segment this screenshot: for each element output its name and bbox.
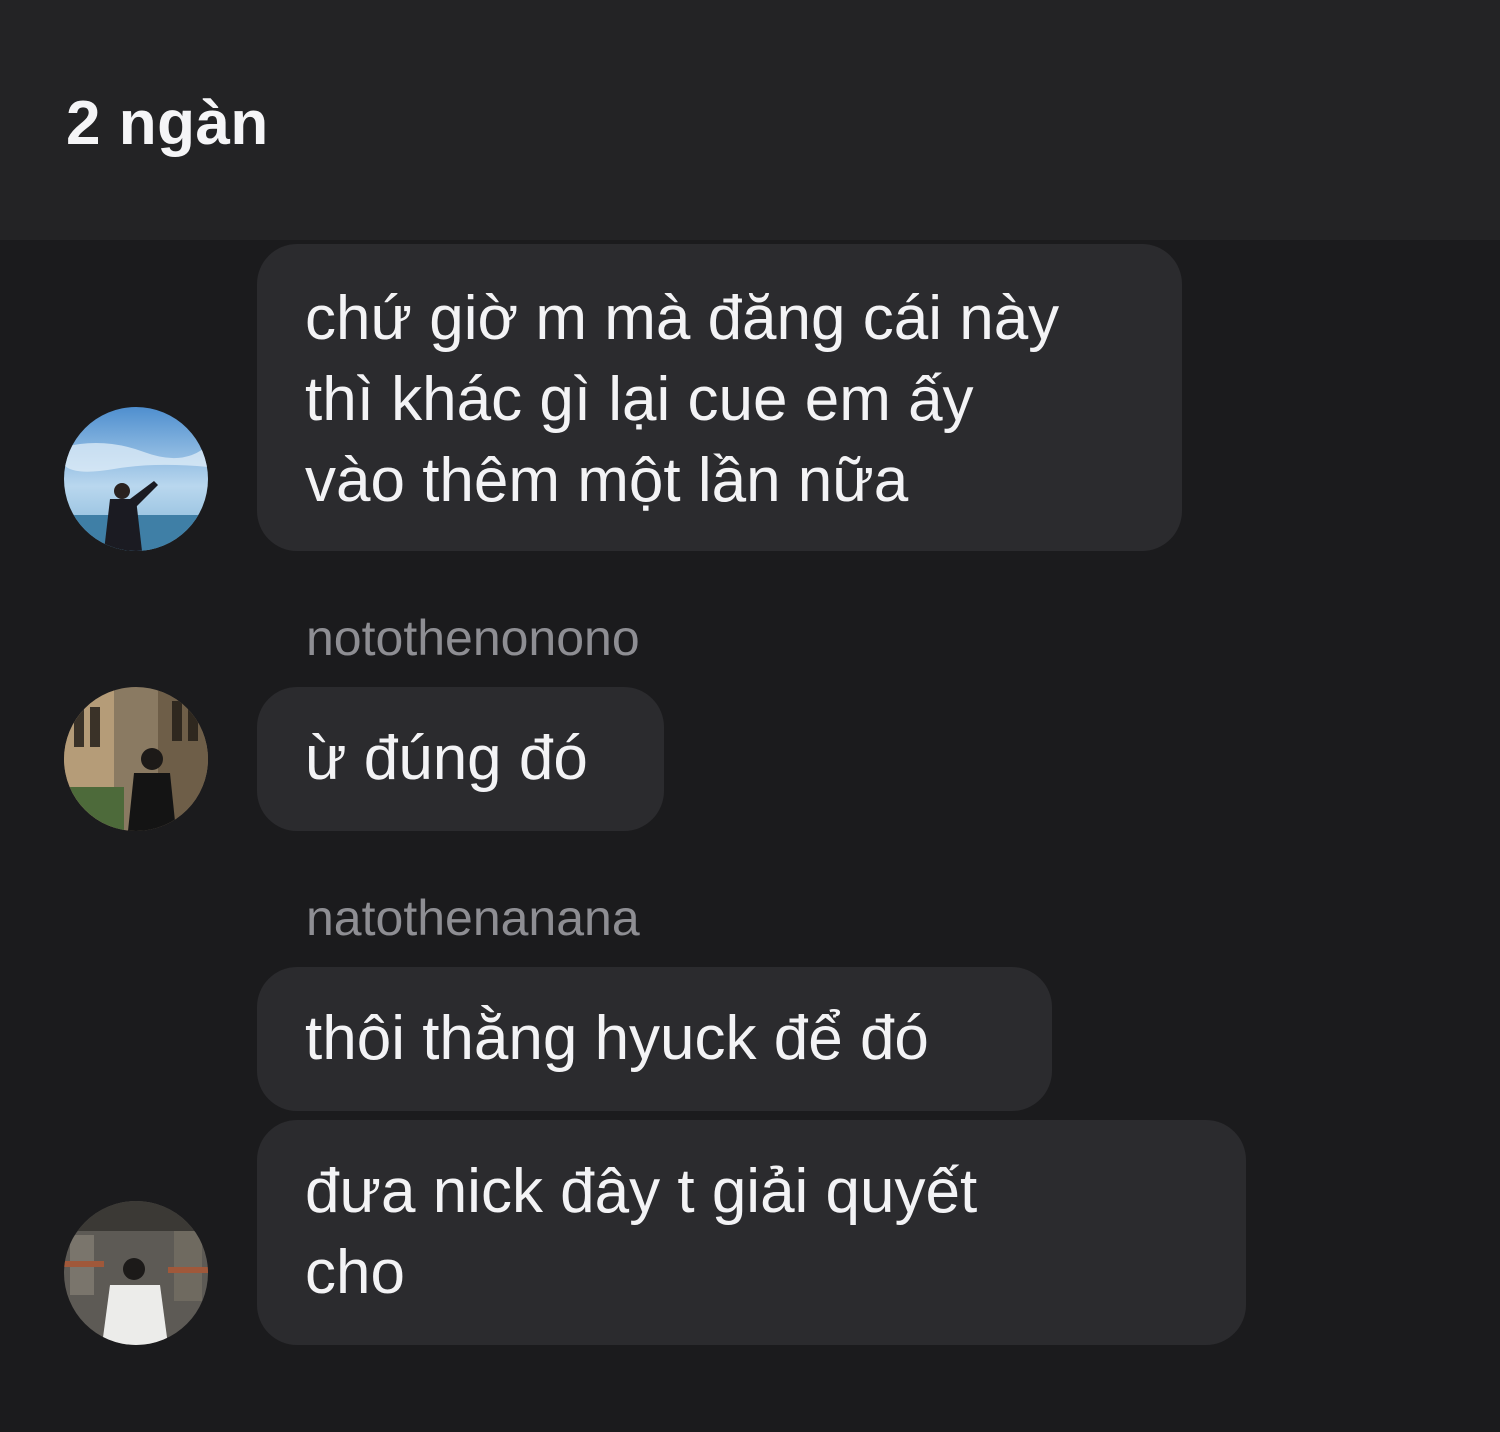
avatar-market-photo-icon [64,1201,208,1345]
avatar[interactable] [64,1201,208,1345]
avatar-sky-photo-icon [64,407,208,551]
sender-name[interactable]: notothenonono [306,608,640,668]
message-bubble[interactable]: thôi thằng hyuck để đó [257,967,1052,1111]
chat-header: 2 ngàn [0,0,1500,240]
avatar-street-photo-icon [64,687,208,831]
avatar[interactable] [64,407,208,551]
message-bubble[interactable]: ừ đúng đó [257,687,664,831]
avatar[interactable] [64,687,208,831]
message-bubble[interactable]: đưa nick đây t giải quyết cho [257,1120,1246,1345]
header-title: 2 ngàn [66,89,269,158]
sender-name[interactable]: natothenanana [306,888,640,948]
message-bubble[interactable]: chứ giờ m mà đăng cái này thì khác gì lạ… [257,244,1182,551]
